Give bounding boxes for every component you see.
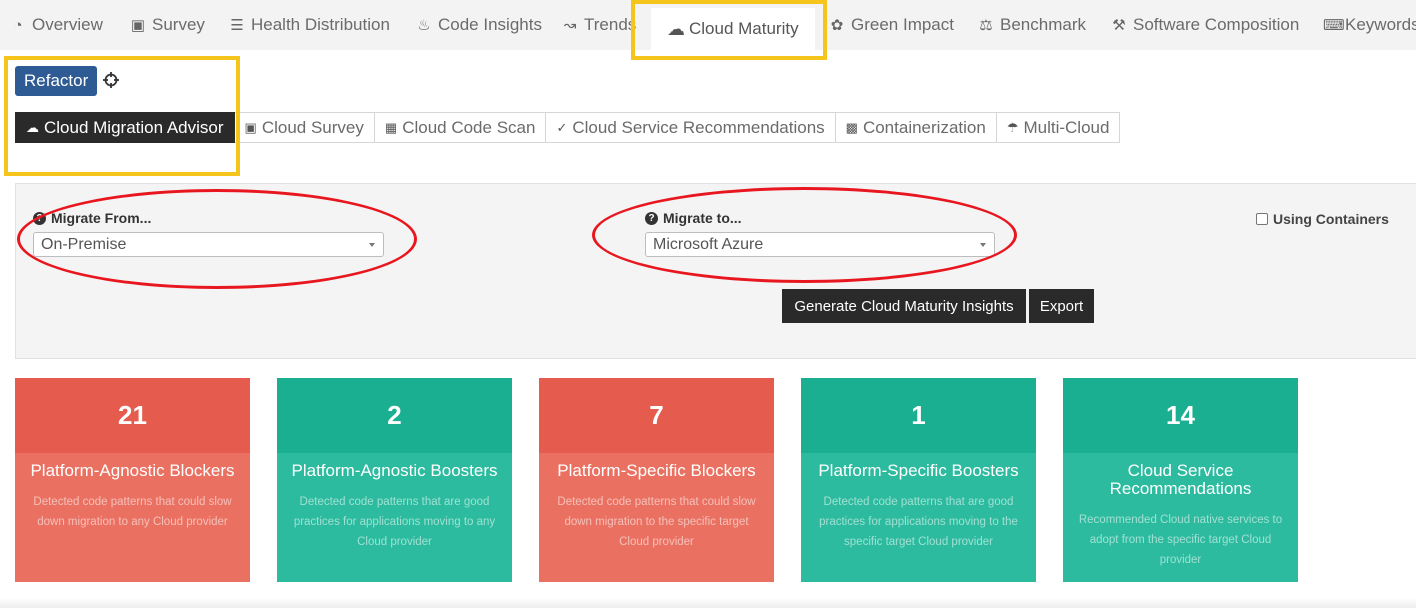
question-circle-icon: ? (645, 211, 658, 225)
cloud-rain-icon: ☂ (1006, 119, 1019, 135)
card-platform-agnostic-boosters[interactable]: 2 Platform-Agnostic Boosters Detected co… (277, 378, 512, 582)
subtab-cloud-migration-advisor[interactable]: ☁ Cloud Migration Advisor (15, 112, 235, 143)
subtab-label: Containerization (862, 117, 986, 137)
migrate-to-value: Microsoft Azure (653, 235, 764, 253)
card-title: Platform-Agnostic Boosters (291, 461, 498, 480)
card-platform-specific-blockers[interactable]: 7 Platform-Specific Blockers Detected co… (539, 378, 774, 582)
qrcode-icon: ▦ (384, 119, 398, 135)
tab-health-distribution[interactable]: ☰ Health Distribution (229, 0, 390, 50)
tab-label: Green Impact (851, 15, 954, 34)
tab-label: Benchmark (1000, 15, 1086, 34)
migrate-from-select[interactable]: On-Premise (33, 232, 384, 257)
tab-label: Survey (152, 15, 205, 34)
cloud-upload-icon: ☁ (26, 119, 39, 135)
card-platform-agnostic-blockers[interactable]: 21 Platform-Agnostic Blockers Detected c… (15, 378, 250, 582)
migrate-from-label: ? Migrate From... (33, 210, 151, 226)
tab-label: Keywords (1345, 15, 1416, 34)
card-value: 14 (1063, 378, 1298, 453)
using-containers-option: Using Containers (1256, 211, 1389, 227)
tab-code-insights[interactable]: ♨ Code Insights (416, 0, 542, 50)
tab-survey[interactable]: ▣ Survey (130, 0, 205, 50)
subtab-cloud-service-recommendations[interactable]: ✓ Cloud Service Recommendations (546, 112, 836, 143)
subtab-label: Cloud Service Recommendations (572, 117, 825, 137)
card-platform-specific-boosters[interactable]: 1 Platform-Specific Boosters Detected co… (801, 378, 1036, 582)
tab-benchmark[interactable]: ⚖ Benchmark (978, 0, 1086, 50)
briefcase-icon: ▣ (130, 17, 146, 34)
fire-icon: ♨ (417, 17, 431, 34)
wrench-icon: ⚒ (1112, 17, 1126, 34)
subtab-containerization[interactable]: ▩ Containerization (835, 112, 997, 143)
briefcase-icon: ▣ (244, 119, 257, 135)
card-title: Platform-Specific Blockers (557, 461, 756, 480)
card-value: 21 (15, 378, 250, 453)
leaf-icon: ✿ (830, 17, 844, 34)
subtab-label: Cloud Code Scan (402, 117, 536, 137)
tab-green-impact[interactable]: ✿ Green Impact (829, 0, 954, 50)
cubes-icon: ▩ (845, 119, 858, 135)
card-value: 1 (801, 378, 1036, 453)
migrate-from-label-text: Migrate From... (51, 210, 152, 226)
card-description: Detected code patterns that are good pra… (819, 496, 1018, 548)
migrate-to-select[interactable]: Microsoft Azure (645, 232, 995, 257)
dashboard-icon: ◔ (13, 16, 23, 34)
subtab-label: Multi-Cloud (1023, 117, 1110, 137)
caret-down-icon (369, 243, 375, 247)
migrate-to-label-text: Migrate to... (663, 210, 742, 226)
tab-label: Software Composition (1133, 15, 1300, 34)
card-description: Detected code patterns that could slow d… (557, 496, 756, 548)
card-title: Platform-Agnostic Blockers (30, 461, 235, 480)
subtab-multi-cloud[interactable]: ☂ Multi-Cloud (996, 112, 1121, 143)
tab-label: Overview (32, 15, 103, 34)
question-circle-icon: ? (33, 211, 46, 225)
top-nav: ◔ Overview ▣ Survey ☰ Health Distributio… (0, 0, 1416, 50)
line-chart-icon: ↝ (563, 17, 577, 34)
refactor-button[interactable]: Refactor (15, 66, 98, 96)
keyboard-icon: ⌨ (1323, 17, 1345, 34)
using-containers-checkbox[interactable] (1256, 213, 1268, 225)
flask-icon: ⚖ (979, 17, 993, 34)
tab-keywords[interactable]: ⌨ Keywords (1323, 0, 1416, 50)
migrate-to-label: ? Migrate to... (645, 210, 742, 226)
card-title: Platform-Specific Boosters (818, 461, 1019, 480)
card-value: 2 (277, 378, 512, 453)
card-value: 7 (539, 378, 774, 453)
tab-overview[interactable]: ◔ Overview (10, 0, 103, 50)
tab-trends[interactable]: ↝ Trends (562, 0, 637, 50)
tab-software-composition[interactable]: ⚒ Software Composition (1111, 0, 1299, 50)
subtab-cloud-survey[interactable]: ▣ Cloud Survey (234, 112, 375, 143)
tab-label: Code Insights (438, 15, 542, 34)
using-containers-label: Using Containers (1273, 211, 1389, 227)
export-button[interactable]: Export (1029, 289, 1094, 323)
cloud-icon: ☁ (667, 18, 685, 39)
subtab-label: Cloud Survey (261, 117, 364, 137)
tab-cloud-maturity[interactable]: ☁ Cloud Maturity (651, 8, 815, 50)
tab-label: Health Distribution (251, 15, 390, 34)
card-description: Detected code patterns that could slow d… (33, 496, 232, 528)
caret-down-icon (980, 243, 986, 247)
tasks-icon: ☰ (230, 17, 244, 34)
card-description: Recommended Cloud native services to ado… (1078, 514, 1283, 566)
tab-label: Cloud Maturity (689, 19, 799, 38)
subtab-label: Cloud Migration Advisor (44, 117, 224, 137)
subtab-cloud-code-scan[interactable]: ▦ Cloud Code Scan (374, 112, 547, 143)
migrate-from-value: On-Premise (41, 235, 127, 253)
card-title: Cloud Service Recommendations (1109, 461, 1252, 498)
crosshair-icon[interactable] (103, 72, 119, 88)
card-cloud-service-recommendations[interactable]: 14 Cloud Service Recommendations Recomme… (1063, 378, 1298, 582)
card-description: Detected code patterns that are good pra… (293, 496, 496, 548)
sub-tabs: ☁ Cloud Migration Advisor ▣ Cloud Survey… (15, 112, 1121, 143)
check-circle-icon: ✓ (556, 119, 568, 135)
footer-divider (0, 598, 1416, 608)
generate-insights-button[interactable]: Generate Cloud Maturity Insights (782, 289, 1026, 323)
tab-label: Trends (584, 15, 637, 34)
